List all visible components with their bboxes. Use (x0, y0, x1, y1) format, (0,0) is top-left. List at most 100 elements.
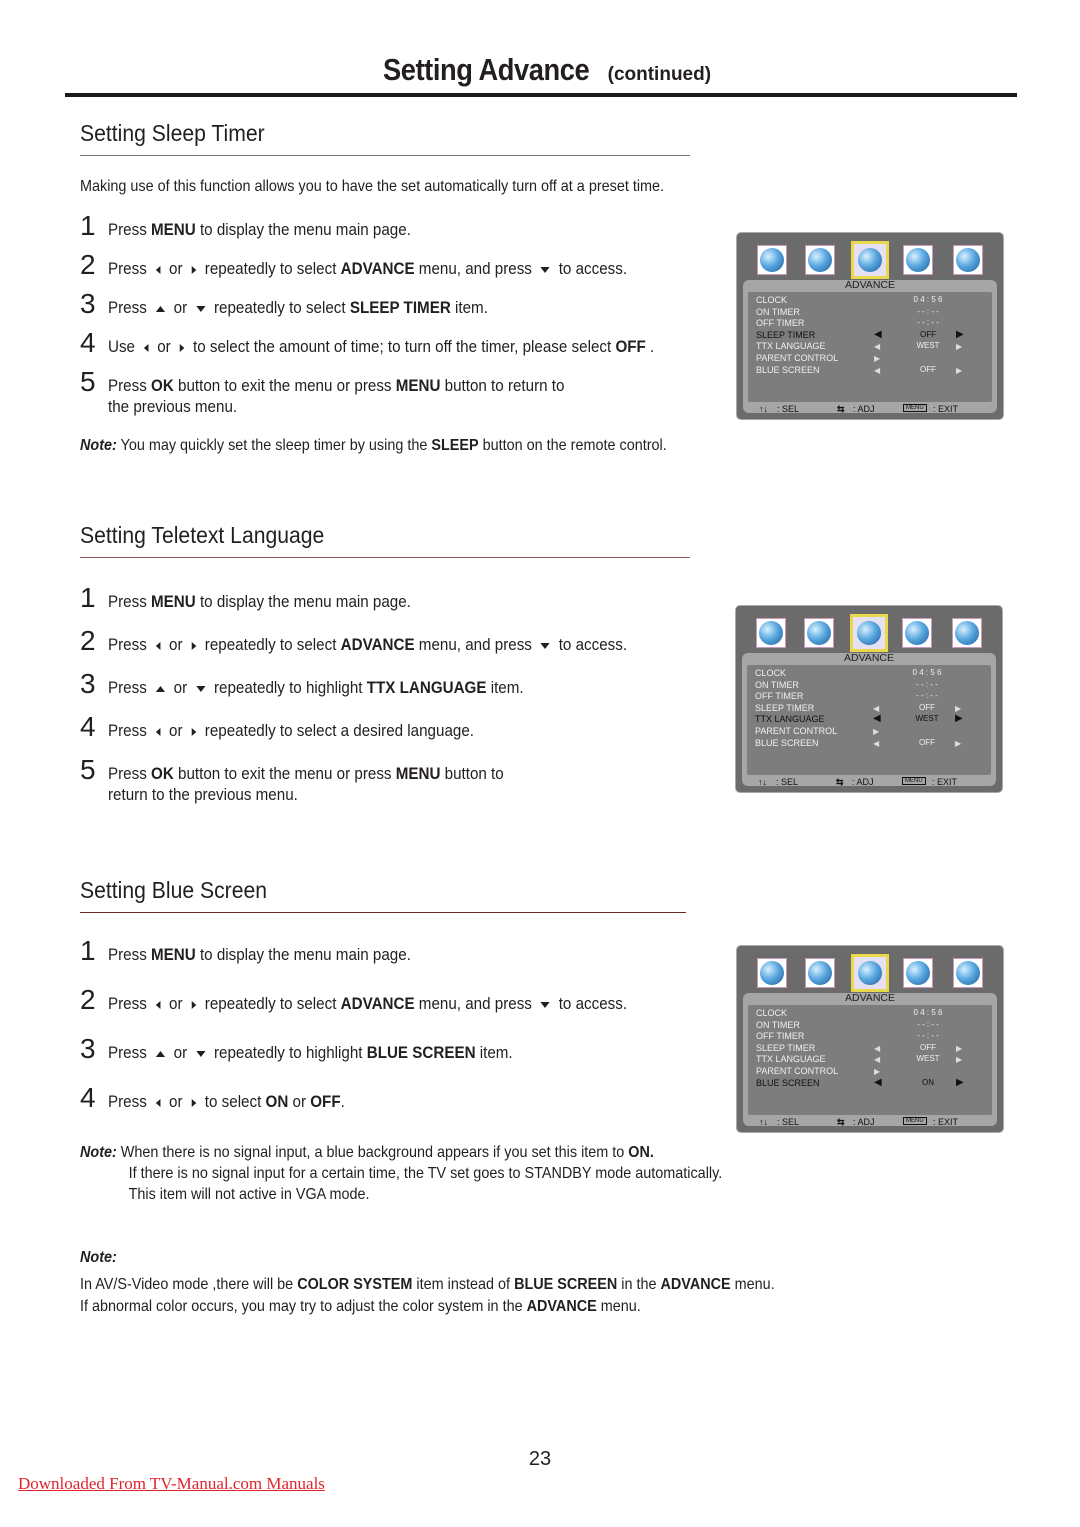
page-title: Setting Advance (continued) (0, 52, 1080, 88)
osd-row-parent-control: PARENT CONTROL ▶ (756, 353, 881, 363)
bold-keyword: ADVANCE (340, 636, 415, 654)
bold-keyword: OFF (615, 338, 646, 356)
bold-keyword: MENU (151, 946, 196, 964)
step-text: Press or repeatedly to select ADVANCE me… (108, 260, 628, 278)
tv-menu-screenshot-blue-screen: ADVANCE CLOCK 0 4 : 5 6 ON TIMER - - : - - OF… (737, 946, 1003, 1132)
bold-keyword: OK (151, 765, 174, 783)
bold-keyword: BLUE SCREEN (514, 1276, 618, 1293)
bold-keyword: TTX LANGUAGE (366, 679, 487, 697)
arrow-up-icon (155, 305, 165, 312)
menu-key-icon: MENU (903, 404, 927, 412)
bold-keyword: OFF (310, 1093, 341, 1111)
sound-icon (805, 245, 835, 275)
sel-hint: : SEL (776, 777, 799, 787)
updown-arrows-icon: ↑↓ (759, 404, 768, 414)
step-number: 3 (80, 1033, 96, 1064)
adj-hint: : ADJ (852, 777, 874, 787)
advance-icon (850, 614, 888, 652)
arrow-right-icon: ▶ (956, 1055, 963, 1065)
step-number: 2 (80, 625, 96, 656)
osd-row-sleep-timer: SLEEP TIMER OFF ◀ ▶ (756, 1042, 963, 1053)
arrow-left-icon: ◀ (874, 328, 882, 340)
exit-hint: : EXIT (933, 404, 959, 414)
screen-icon (902, 618, 932, 648)
picture-icon (757, 958, 787, 988)
arrow-left-icon (155, 727, 161, 736)
arrow-left-icon: ◀ (873, 713, 881, 725)
arrow-left-icon: ◀ (873, 738, 880, 748)
sound-icon (804, 618, 834, 648)
arrow-left-icon (155, 1000, 161, 1009)
step-text: Press or repeatedly to select ADVANCE me… (108, 995, 628, 1013)
arrow-right-icon: ▶ (955, 713, 963, 725)
section-title-teletext-language: Setting Teletext Language (80, 522, 325, 548)
menu-key-icon: MENU (903, 1117, 927, 1125)
arrow-right-icon: ▶ (956, 328, 964, 340)
menu-key-icon: MENU (902, 777, 926, 785)
osd-row-sleep-timer: SLEEP TIMER OFF ◀ ▶ (756, 328, 964, 340)
osd-row-ttx-language: TTX LANGUAGE WEST ◀ ▶ (755, 713, 963, 725)
note-line: If abnormal color occurs, you may try to… (80, 1298, 641, 1315)
bold-keyword: ADVANCE (660, 1276, 731, 1293)
source-link[interactable]: Downloaded From TV-Manual.com Manuals (18, 1474, 325, 1494)
osd-row-ttx-language: TTX LANGUAGE WEST ◀ ▶ (756, 1054, 963, 1065)
arrow-left-icon: ◀ (874, 365, 881, 375)
section-title-blue-screen: Setting Blue Screen (80, 877, 268, 903)
bold-keyword: ADVANCE (526, 1298, 597, 1315)
osd-row-on-timer: ON TIMER - - : - - (755, 679, 938, 690)
sound-icon (805, 958, 835, 988)
step-number: 3 (80, 288, 96, 319)
arrow-right-icon: ▶ (955, 703, 962, 713)
sel-hint: : SEL (777, 1117, 800, 1127)
note-label: Note: (80, 1249, 117, 1266)
picture-icon (757, 245, 787, 275)
arrow-right-icon: ▶ (874, 1067, 881, 1076)
step-number: 1 (80, 582, 96, 613)
osd-row-parent-control: PARENT CONTROL ▶ (755, 726, 880, 736)
arrow-left-icon (155, 1098, 161, 1107)
arrow-left-icon: ◀ (874, 1055, 881, 1065)
osd-title: ADVANCE (845, 279, 895, 291)
arrow-left-icon: ◀ (874, 1076, 882, 1088)
note-label: Note: (80, 1144, 117, 1161)
step-text: Press or repeatedly to highlight TTX LAN… (108, 679, 524, 697)
osd-row-ttx-language: TTX LANGUAGE WEST ◀ ▶ (756, 341, 963, 352)
step-text: Press OK button to exit the menu or pres… (108, 377, 565, 416)
bold-keyword: MENU (395, 377, 441, 395)
step-number: 4 (80, 327, 96, 358)
arrow-right-icon: ▶ (955, 738, 962, 748)
search-icon (953, 245, 983, 275)
step-number: 5 (80, 754, 96, 785)
section-note: Note: When there is no signal input, a b… (80, 1144, 723, 1203)
step-text: Press MENU to display the menu main page… (108, 593, 411, 611)
arrow-right-icon: ▶ (874, 354, 881, 363)
note-label: Note: (80, 437, 117, 454)
page-number: 23 (528, 1448, 552, 1470)
step-text: Press or repeatedly to highlight BLUE SC… (108, 1044, 513, 1062)
arrow-left-icon (143, 343, 149, 352)
note-line: In AV/S-Video mode ,there will be COLOR … (80, 1276, 775, 1293)
step-text: Press or repeatedly to select a desired … (108, 722, 474, 740)
step-text: Press MENU to display the menu main page… (108, 221, 411, 239)
osd-panel: ADVANCE CLOCK 0 4 : 5 6 ON TIMER - - : - - OF… (743, 279, 997, 414)
osd-title: ADVANCE (845, 992, 895, 1004)
osd-row-on-timer: ON TIMER - - : - - (756, 306, 939, 317)
bold-keyword: ADVANCE (340, 260, 415, 278)
page-title-main: Setting Advance (382, 52, 590, 87)
bold-keyword: MENU (395, 765, 441, 783)
step-number: 4 (80, 711, 96, 742)
step-text: Press or repeatedly to select ADVANCE me… (108, 636, 628, 654)
arrow-right-icon: ▶ (956, 1076, 964, 1088)
arrow-right-icon (191, 641, 196, 650)
arrow-up-icon (155, 685, 165, 692)
arrow-left-icon (155, 265, 161, 274)
bold-keyword: OK (151, 377, 174, 395)
osd-row-blue-screen: BLUE SCREEN OFF ◀ ▶ (756, 364, 963, 375)
osd-title: ADVANCE (844, 652, 894, 664)
osd-row-clock: CLOCK 0 4 : 5 6 (756, 295, 943, 305)
bold-keyword: SLEEP TIMER (349, 299, 451, 317)
arrow-right-icon: ▶ (956, 1043, 963, 1053)
arrow-right-icon (191, 727, 196, 736)
arrow-down-icon (195, 1050, 206, 1057)
arrow-right-icon (191, 265, 196, 274)
